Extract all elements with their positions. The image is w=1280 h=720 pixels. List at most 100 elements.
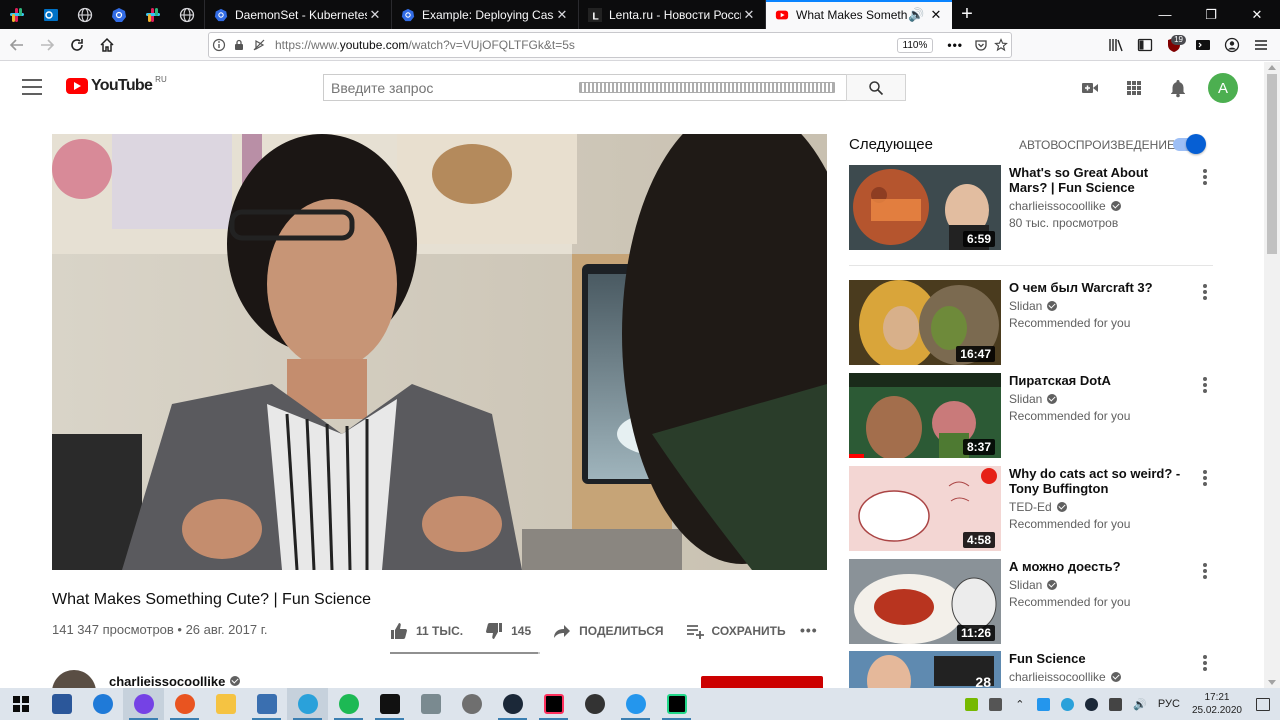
docker-icon[interactable] xyxy=(615,688,656,720)
search-button[interactable] xyxy=(846,74,906,101)
list-item[interactable]: 8:37 Пиратская DotA Slidan Recommended f… xyxy=(849,373,1213,459)
video-title[interactable]: Пиратская DotA xyxy=(1009,373,1187,388)
more-options-icon[interactable] xyxy=(1203,377,1207,393)
network-app-icon[interactable] xyxy=(246,688,287,720)
telegram-tray-icon[interactable] xyxy=(1056,697,1080,711)
pinned-tab-globe-2[interactable] xyxy=(170,0,204,29)
share-button[interactable]: ПОДЕЛИТЬСЯ xyxy=(553,622,664,640)
create-video-button[interactable] xyxy=(1068,78,1112,98)
settings-icon[interactable] xyxy=(574,688,615,720)
home-button[interactable] xyxy=(94,32,120,58)
bookmark-star-icon[interactable] xyxy=(991,38,1011,52)
account-button[interactable] xyxy=(1219,32,1245,58)
firefox-icon[interactable] xyxy=(123,688,164,720)
pinned-tab-slack-2[interactable] xyxy=(136,0,170,29)
channel-name[interactable]: charlieissocoollike xyxy=(109,674,241,688)
autoplay-blocked-icon[interactable] xyxy=(249,38,269,52)
close-tab-icon[interactable]: ✕ xyxy=(367,7,383,23)
channel-name[interactable]: TED-Ed xyxy=(1009,500,1187,514)
video-thumbnail[interactable]: 11:26 xyxy=(849,559,1001,644)
more-options-icon[interactable] xyxy=(1203,655,1207,671)
info-icon[interactable] xyxy=(209,38,229,52)
autoplay-toggle[interactable] xyxy=(1173,134,1206,154)
forward-button[interactable] xyxy=(34,32,60,58)
page-actions-icon[interactable]: ••• xyxy=(947,38,963,52)
back-button[interactable] xyxy=(4,32,30,58)
more-options-icon[interactable] xyxy=(1203,169,1207,185)
zoom-level-button[interactable]: 110% xyxy=(896,37,934,53)
file-explorer-icon[interactable] xyxy=(205,688,246,720)
video-title[interactable]: What's so Great About Mars? | Fun Scienc… xyxy=(1009,165,1187,195)
subscribe-button[interactable] xyxy=(701,676,823,688)
pinned-tab-globe[interactable] xyxy=(68,0,102,29)
channel-name[interactable]: charlieissocoollike xyxy=(1009,670,1187,684)
speaker-icon[interactable]: 🔊 xyxy=(908,7,924,23)
video-player[interactable] xyxy=(52,134,827,570)
new-tab-button[interactable]: + xyxy=(952,0,982,29)
dislike-button[interactable]: 145 xyxy=(485,622,531,640)
unknown-tray-icon[interactable] xyxy=(984,697,1008,711)
terminal-icon[interactable] xyxy=(369,688,410,720)
video-title[interactable]: А можно доесть? xyxy=(1009,559,1187,574)
list-item[interactable]: 16:47 О чем был Warcraft 3? Slidan Recom… xyxy=(849,280,1213,366)
sidebar-button[interactable] xyxy=(1132,32,1158,58)
avatar[interactable]: A xyxy=(1208,73,1238,103)
list-item[interactable]: 28 Fun Science charlieissocoollike xyxy=(849,651,1213,688)
video-thumbnail[interactable]: 28 xyxy=(849,651,1001,688)
scrollbar-thumb[interactable] xyxy=(1267,74,1277,254)
apps-button[interactable] xyxy=(1112,78,1156,98)
close-tab-icon[interactable]: ✕ xyxy=(554,7,570,23)
feather-icon[interactable] xyxy=(410,688,451,720)
nvidia-icon[interactable] xyxy=(960,697,984,711)
video-title[interactable]: Fun Science xyxy=(1009,651,1187,666)
reload-button[interactable] xyxy=(64,32,90,58)
like-button[interactable]: 11 ТЫС. xyxy=(390,622,463,640)
lock-icon[interactable] xyxy=(229,38,249,52)
chevron-up-icon[interactable]: ⌃ xyxy=(1008,698,1032,711)
video-thumbnail[interactable]: 8:37 xyxy=(849,373,1001,458)
close-tab-icon[interactable]: ✕ xyxy=(928,7,944,23)
list-item[interactable]: 6:59 What's so Great About Mars? | Fun S… xyxy=(849,165,1213,251)
more-options-icon[interactable] xyxy=(1203,470,1207,486)
cloud-app-icon[interactable] xyxy=(451,688,492,720)
tab-youtube-active[interactable]: What Makes Something Cut 🔊 ✕ xyxy=(765,0,952,29)
ublock-button[interactable]: 19 xyxy=(1161,32,1187,58)
list-item[interactable]: 11:26 А можно доесть? Slidan Recommended… xyxy=(849,559,1213,645)
close-window-icon[interactable]: ✕ xyxy=(1234,0,1280,29)
channel-name[interactable]: charlieissocoollike xyxy=(1009,199,1187,213)
list-item[interactable]: 4:58 Why do cats act so weird? - Tony Bu… xyxy=(849,466,1213,552)
guide-menu-icon[interactable] xyxy=(22,79,42,95)
keyboard-icon[interactable] xyxy=(578,82,835,93)
search-input[interactable]: Введите запрос xyxy=(323,74,847,101)
minimize-icon[interactable]: — xyxy=(1142,0,1188,29)
edge-icon[interactable] xyxy=(82,688,123,720)
windows-start-icon[interactable] xyxy=(0,688,41,720)
ubuntu-icon[interactable] xyxy=(164,688,205,720)
docker-tray-icon[interactable] xyxy=(1032,697,1056,711)
youtube-logo[interactable]: YouTube RU xyxy=(66,75,167,95)
network-icon[interactable] xyxy=(1104,697,1128,711)
channel-name[interactable]: Slidan xyxy=(1009,392,1187,406)
spotify-icon[interactable] xyxy=(328,688,369,720)
save-button[interactable]: СОХРАНИТЬ xyxy=(686,622,786,640)
scroll-up-icon[interactable] xyxy=(1268,65,1276,70)
more-options-icon[interactable] xyxy=(1203,284,1207,300)
powershell-icon[interactable] xyxy=(41,688,82,720)
tab-cassandra[interactable]: Example: Deploying Cassandra ✕ xyxy=(391,0,578,29)
library-button[interactable] xyxy=(1103,32,1129,58)
page-scrollbar[interactable] xyxy=(1264,62,1280,688)
pinned-tab-slack[interactable] xyxy=(0,0,34,29)
notifications-button[interactable] xyxy=(1156,78,1200,98)
clock[interactable]: 17:21 25.02.2020 xyxy=(1192,691,1242,717)
video-thumbnail[interactable]: 4:58 xyxy=(849,466,1001,551)
video-title[interactable]: Why do cats act so weird? - Tony Buffing… xyxy=(1009,466,1187,496)
volume-icon[interactable]: 🔊 xyxy=(1128,698,1152,711)
pycharm-icon[interactable] xyxy=(656,688,697,720)
video-thumbnail[interactable]: 6:59 xyxy=(849,165,1001,250)
notifications-icon[interactable] xyxy=(1256,697,1270,711)
tab-lenta[interactable]: L Lenta.ru - Новости России и м ✕ xyxy=(578,0,765,29)
video-thumbnail[interactable]: 16:47 xyxy=(849,280,1001,365)
video-title[interactable]: О чем был Warcraft 3? xyxy=(1009,280,1187,295)
tab-daemonset[interactable]: DaemonSet - Kubernetes ✕ xyxy=(204,0,391,29)
channel-name[interactable]: Slidan xyxy=(1009,578,1187,592)
